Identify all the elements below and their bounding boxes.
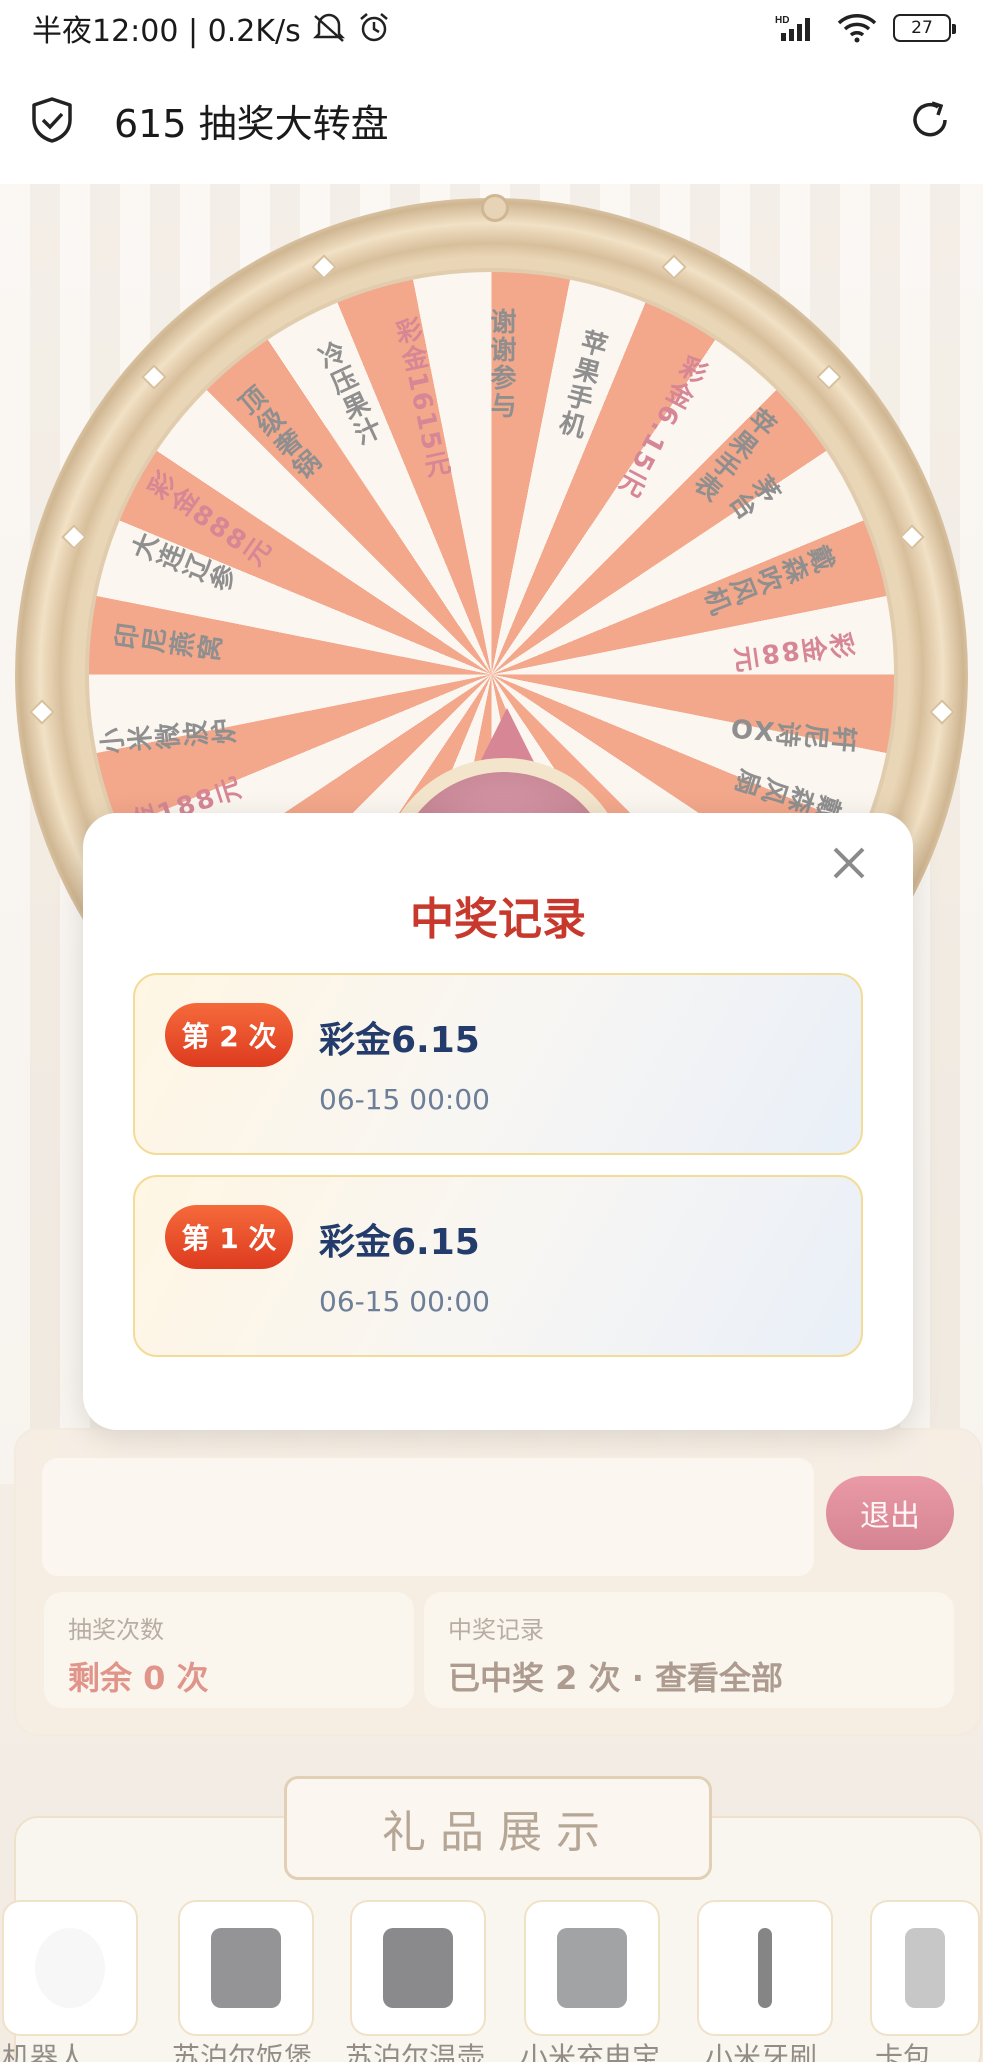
record-badge: 第 2 次 [165,1003,293,1067]
status-bar: 半夜12:00 | 0.2K/s HD 27 [0,0,983,56]
modal-title: 中奖记录 [410,894,586,945]
refresh-icon[interactable] [907,97,953,143]
status-right: HD 27 [775,13,956,43]
record-time: 06-15 00:00 [319,1083,490,1116]
close-icon[interactable] [829,843,869,883]
battery-icon: 27 [893,14,956,42]
mute-icon [312,13,345,42]
record-prize: 彩金6.15 [319,1222,480,1263]
record-time: 06-15 00:00 [319,1285,490,1318]
signal-hd-label: HD [775,15,789,26]
status-time-speed: 半夜12:00 | 0.2K/s [32,14,301,49]
record-item: 第 2 次 彩金6.15 06-15 00:00 [133,973,863,1155]
record-prize: 彩金6.15 [319,1020,480,1061]
title-bar: 615 抽奖大转盘 [0,56,983,184]
battery-level: 27 [911,18,933,38]
page-title: 615 抽奖大转盘 [114,101,389,146]
record-badge: 第 1 次 [165,1205,293,1269]
record-item: 第 1 次 彩金6.15 06-15 00:00 [133,1175,863,1357]
win-record-modal: 中奖记录 第 2 次 彩金6.15 06-15 00:00 第 1 次 彩金6.… [83,813,913,1430]
alarm-icon [359,13,388,42]
status-left: 半夜12:00 | 0.2K/s [32,6,391,50]
signal-icon: HD [775,15,810,41]
shield-check-icon[interactable] [30,96,74,144]
wifi-icon [837,14,877,43]
